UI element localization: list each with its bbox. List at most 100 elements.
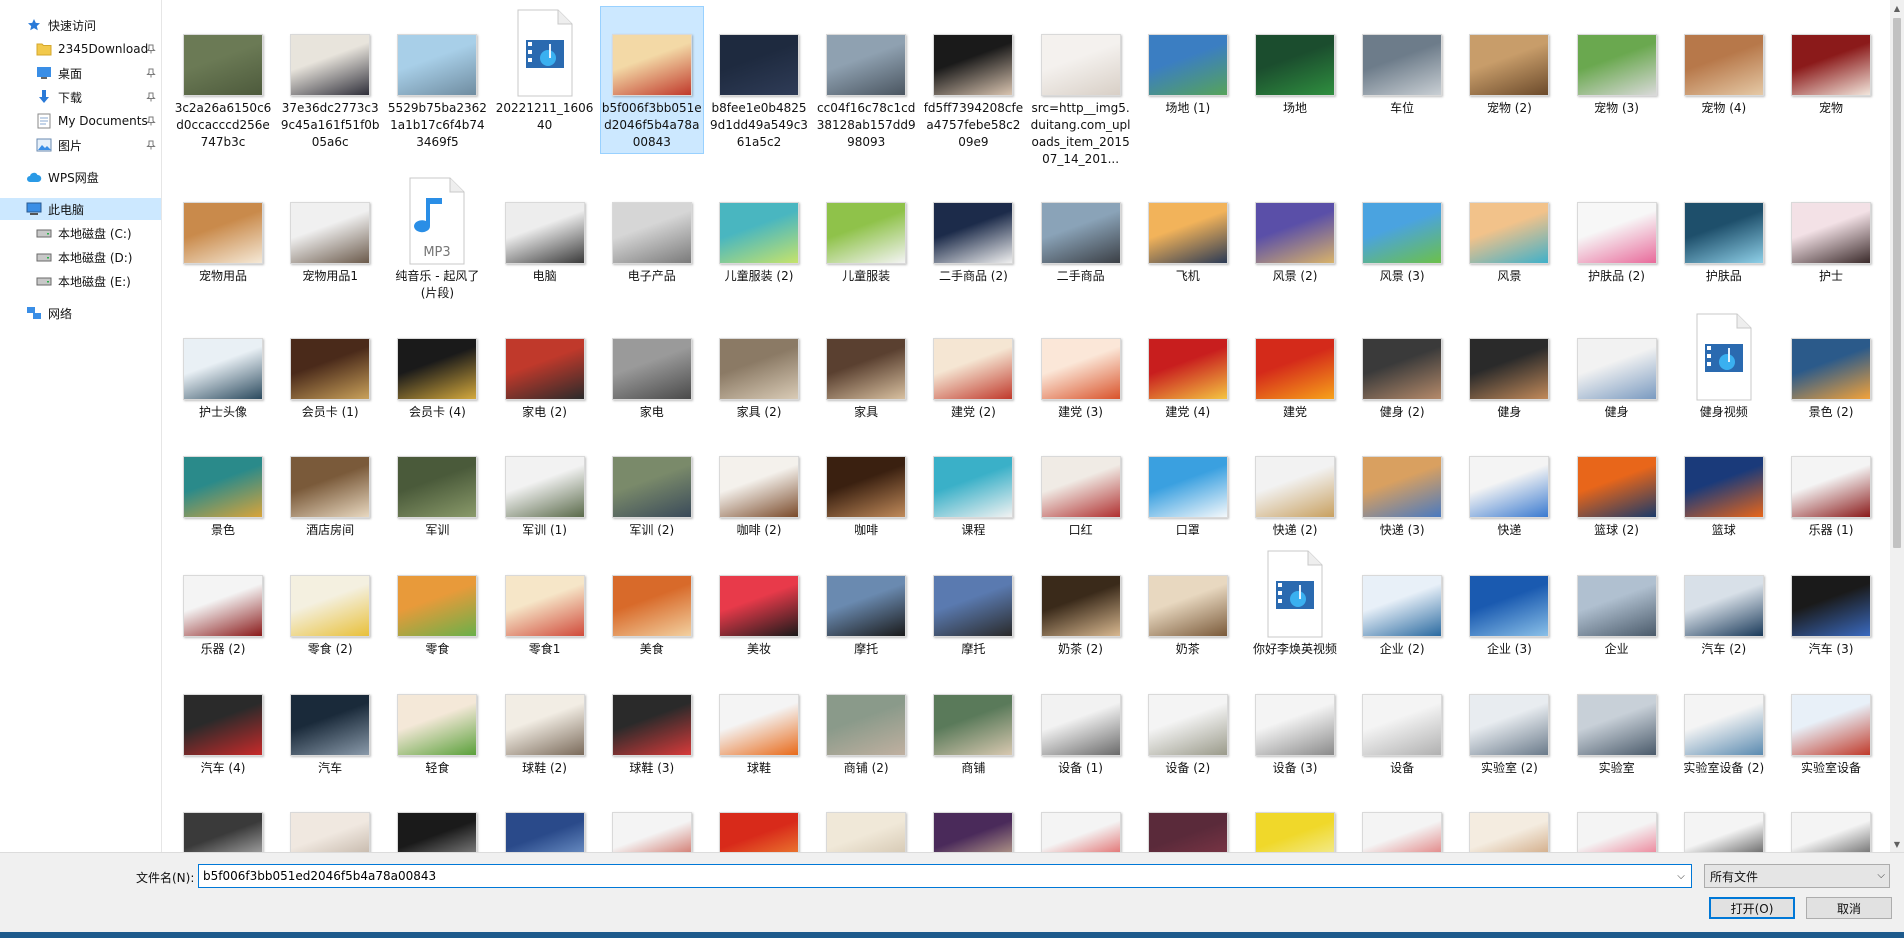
file-tile-image[interactable]	[1779, 786, 1883, 852]
file-tile-image[interactable]: 建党 (4)	[1136, 312, 1240, 430]
file-tile-image[interactable]: 二手商品 (2)	[921, 176, 1025, 312]
file-tile-image[interactable]	[1243, 786, 1347, 852]
file-tile-image[interactable]: 零食	[385, 549, 489, 668]
file-tile-image[interactable]: cc04f16c78c1cd38128ab157dd998093	[814, 6, 918, 176]
open-button[interactable]: 打开(O)	[1709, 897, 1795, 919]
sidebar-item[interactable]: 快速访问	[0, 14, 161, 36]
file-tile-image[interactable]: 快递 (3)	[1350, 430, 1454, 549]
file-tile-image[interactable]: 建党 (2)	[921, 312, 1025, 430]
sidebar-item[interactable]: 图片	[0, 134, 161, 156]
sidebar-item[interactable]: 下载	[0, 86, 161, 108]
file-tile-image[interactable]: 电子产品	[600, 176, 704, 312]
scroll-up-arrow-icon[interactable]: ▲	[1890, 0, 1904, 16]
cancel-button[interactable]: 取消	[1806, 897, 1892, 919]
file-tile-image[interactable]: 宠物 (4)	[1672, 6, 1776, 176]
file-tile-image[interactable]: 家电	[600, 312, 704, 430]
file-tile-image[interactable]	[707, 786, 811, 852]
file-tile-image[interactable]: 口红	[1029, 430, 1133, 549]
file-tile-image[interactable]: 护肤品 (2)	[1565, 176, 1669, 312]
file-tile-image[interactable]: 商铺	[921, 668, 1025, 786]
file-tile-image[interactable]: 企业 (2)	[1350, 549, 1454, 668]
file-tile-image[interactable]: 零食1	[493, 549, 597, 668]
file-tile-image[interactable]: 建党	[1243, 312, 1347, 430]
file-tile-video[interactable]: 你好李焕英视频	[1243, 549, 1347, 668]
file-tile-image[interactable]: 设备 (3)	[1243, 668, 1347, 786]
file-tile-image[interactable]: 3c2a26a6150c6d0ccacccd256e747b3c	[171, 6, 275, 176]
file-tile-image[interactable]	[1136, 786, 1240, 852]
file-tile-image[interactable]: 咖啡 (2)	[707, 430, 811, 549]
sidebar-item[interactable]: 本地磁盘 (E:)	[0, 270, 161, 292]
file-tile-image[interactable]: 宠物 (2)	[1457, 6, 1561, 176]
file-tile-image[interactable]	[171, 786, 275, 852]
file-tile-image[interactable]: 家具 (2)	[707, 312, 811, 430]
file-tile-image[interactable]: 汽车 (2)	[1672, 549, 1776, 668]
file-tile-image[interactable]: 宠物用品	[171, 176, 275, 312]
file-tile-image[interactable]: 儿童服装	[814, 176, 918, 312]
file-tile-image[interactable]: 篮球 (2)	[1565, 430, 1669, 549]
file-tile-image[interactable]: b8fee1e0b48259d1dd49a549c361a5c2	[707, 6, 811, 176]
file-tile-image[interactable]: 二手商品	[1029, 176, 1133, 312]
file-tile-image[interactable]: 风景 (3)	[1350, 176, 1454, 312]
scroll-down-arrow-icon[interactable]: ▼	[1890, 836, 1904, 852]
file-tile-image[interactable]: 家具	[814, 312, 918, 430]
file-tile-image[interactable]: 宠物用品1	[278, 176, 382, 312]
file-tile-image[interactable]: 会员卡 (4)	[385, 312, 489, 430]
file-tile-image[interactable]: 健身	[1565, 312, 1669, 430]
file-tile-image[interactable]: 咖啡	[814, 430, 918, 549]
file-tile-image[interactable]: 风景 (2)	[1243, 176, 1347, 312]
file-tile-image[interactable]: 设备	[1350, 668, 1454, 786]
file-tile-image[interactable]	[1565, 786, 1669, 852]
file-tile-image[interactable]: 家电 (2)	[493, 312, 597, 430]
file-tile-image[interactable]: 实验室设备	[1779, 668, 1883, 786]
file-tile-image[interactable]: 设备 (2)	[1136, 668, 1240, 786]
file-tile-image[interactable]: 汽车	[278, 668, 382, 786]
sidebar-item[interactable]: 本地磁盘 (C:)	[0, 222, 161, 244]
filename-combobox[interactable]: ⌵	[198, 864, 1692, 888]
file-tile-image[interactable]	[600, 786, 704, 852]
file-tile-image[interactable]: 实验室 (2)	[1457, 668, 1561, 786]
file-tile-video[interactable]: 健身视频	[1672, 312, 1776, 430]
file-tile-image[interactable]	[921, 786, 1025, 852]
sidebar-item[interactable]: 网络	[0, 302, 161, 324]
file-tile-image[interactable]: 景色 (2)	[1779, 312, 1883, 430]
file-tile-image[interactable]: 篮球	[1672, 430, 1776, 549]
file-tile-image[interactable]: 轻食	[385, 668, 489, 786]
file-tile-image[interactable]: 乐器 (1)	[1779, 430, 1883, 549]
file-tile-image[interactable]: 健身 (2)	[1350, 312, 1454, 430]
file-tile-image[interactable]: 美食	[600, 549, 704, 668]
file-tile-image[interactable]: 飞机	[1136, 176, 1240, 312]
sidebar-item[interactable]: 本地磁盘 (D:)	[0, 246, 161, 268]
file-tile-image[interactable]: 企业 (3)	[1457, 549, 1561, 668]
file-tile-image[interactable]: 美妆	[707, 549, 811, 668]
file-tile-image[interactable]: 军训	[385, 430, 489, 549]
file-tile-image[interactable]: 商铺 (2)	[814, 668, 918, 786]
sidebar-item[interactable]: 2345Download	[0, 38, 161, 60]
file-tile-image[interactable]: 景色	[171, 430, 275, 549]
file-tile-image[interactable]: 风景	[1457, 176, 1561, 312]
file-tile-image[interactable]: 会员卡 (1)	[278, 312, 382, 430]
chevron-down-icon[interactable]: ⌵	[1671, 865, 1691, 887]
file-tile-image[interactable]	[385, 786, 489, 852]
file-tile-image[interactable]: 宠物 (3)	[1565, 6, 1669, 176]
file-tile-image[interactable]: 快递	[1457, 430, 1561, 549]
file-tile-image[interactable]	[1350, 786, 1454, 852]
file-tile-image[interactable]: 儿童服装 (2)	[707, 176, 811, 312]
file-tile-audio[interactable]: MP3 纯音乐 - 起风了(片段)	[385, 176, 489, 312]
file-tile-image[interactable]: 球鞋	[707, 668, 811, 786]
file-tile-image[interactable]: 奶茶	[1136, 549, 1240, 668]
file-tile-image[interactable]: b5f006f3bb051ed2046f5b4a78a00843	[599, 6, 704, 176]
file-tile-image[interactable]: 实验室	[1565, 668, 1669, 786]
file-tile-image[interactable]: fd5ff7394208cfea4757febe58c209e9	[921, 6, 1025, 176]
file-tile-image[interactable]: 摩托	[814, 549, 918, 668]
file-tile-image[interactable]: 乐器 (2)	[171, 549, 275, 668]
sidebar-item[interactable]: WPS网盘	[0, 166, 161, 188]
file-tile-image[interactable]: 球鞋 (3)	[600, 668, 704, 786]
file-tile-image[interactable]	[278, 786, 382, 852]
vertical-scrollbar[interactable]: ▲ ▼	[1890, 0, 1904, 852]
file-tile-image[interactable]: 护肤品	[1672, 176, 1776, 312]
file-tile-image[interactable]: 酒店房间	[278, 430, 382, 549]
file-tile-image[interactable]: 课程	[921, 430, 1025, 549]
file-tile-image[interactable]: 电脑	[493, 176, 597, 312]
filename-input[interactable]	[199, 869, 1667, 883]
file-tile-image[interactable]: 设备 (1)	[1029, 668, 1133, 786]
